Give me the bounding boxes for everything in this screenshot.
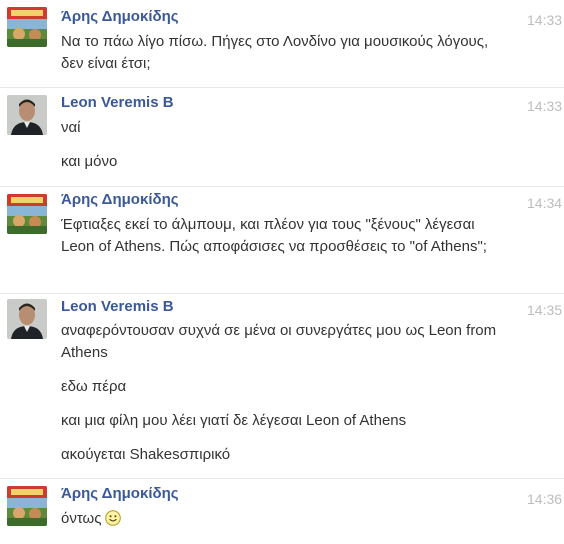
message-time: 14:33 bbox=[527, 98, 564, 114]
chat-thread: Άρης Δημοκίδης 14:33 Να το πάω λίγο πίσω… bbox=[0, 0, 564, 544]
message-line: Να το πάω λίγο πίσω. Πήγες στο Λονδίνο γ… bbox=[61, 33, 489, 72]
aris-avatar[interactable] bbox=[7, 194, 47, 234]
message-group: Leon Veremis B 14:33 ναί και μόνο bbox=[0, 88, 564, 186]
message-group: Άρης Δημοκίδης 14:34 Έφτιαξες εκεί το άλ… bbox=[0, 187, 564, 294]
message-line: εδω πέρα bbox=[61, 378, 127, 395]
aris-avatar[interactable] bbox=[7, 7, 47, 47]
message-text: Να το πάω λίγο πίσω. Πήγες στο Λονδίνο γ… bbox=[61, 31, 501, 75]
message-line: και μόνο bbox=[61, 153, 118, 170]
message-group: Άρης Δημοκίδης 14:33 Να το πάω λίγο πίσω… bbox=[0, 0, 564, 88]
message-text: όντως bbox=[61, 508, 501, 530]
sender-name[interactable]: Άρης Δημοκίδης bbox=[61, 485, 179, 502]
message-line: αναφερόντουσαν συχνά σε μένα οι συνεργάτ… bbox=[61, 322, 497, 361]
time-label: 14:36 bbox=[527, 491, 563, 507]
message-line: Έφτιαξες εκεί το άλμπουμ, και πλέον για … bbox=[61, 216, 487, 255]
time-label: 14:33 bbox=[527, 98, 563, 114]
message-group: Άρης Δημοκίδης 14:36 όντως bbox=[0, 479, 564, 544]
aris-avatar[interactable] bbox=[7, 486, 47, 526]
smiley-icon bbox=[104, 510, 121, 526]
message-time: 14:35 bbox=[527, 302, 564, 318]
message-text: Έφτιαξες εκεί το άλμπουμ, και πλέον για … bbox=[61, 214, 501, 258]
message-line: ναί bbox=[61, 119, 81, 136]
leon-avatar[interactable] bbox=[7, 299, 47, 339]
leon-avatar[interactable] bbox=[7, 95, 47, 135]
sender-name[interactable]: Άρης Δημοκίδης bbox=[61, 191, 179, 208]
message-text: ναί και μόνο bbox=[61, 117, 501, 173]
message-time: 14:36 bbox=[527, 491, 564, 507]
message-line-text: όντως bbox=[61, 510, 102, 527]
sender-name[interactable]: Leon Veremis B bbox=[61, 298, 174, 315]
time-label: 14:34 bbox=[527, 195, 563, 211]
sender-name[interactable]: Άρης Δημοκίδης bbox=[61, 8, 179, 25]
message-line: όντως bbox=[61, 508, 501, 530]
time-label: 14:33 bbox=[527, 12, 563, 28]
sender-name[interactable]: Leon Veremis B bbox=[61, 94, 174, 111]
time-label: 14:35 bbox=[527, 302, 563, 318]
message-line: ακούγεται Shakesσπιρικό bbox=[61, 446, 231, 463]
message-time: 14:33 bbox=[527, 12, 564, 28]
message-text: αναφερόντουσαν συχνά σε μένα οι συνεργάτ… bbox=[61, 320, 501, 466]
message-line: και μια φίλη μου λέει γιατί δε λέγεσαι L… bbox=[61, 412, 407, 429]
message-time: 14:34 bbox=[527, 195, 564, 211]
message-group: Leon Veremis B 14:35 αναφερόντουσαν συχν… bbox=[0, 294, 564, 478]
